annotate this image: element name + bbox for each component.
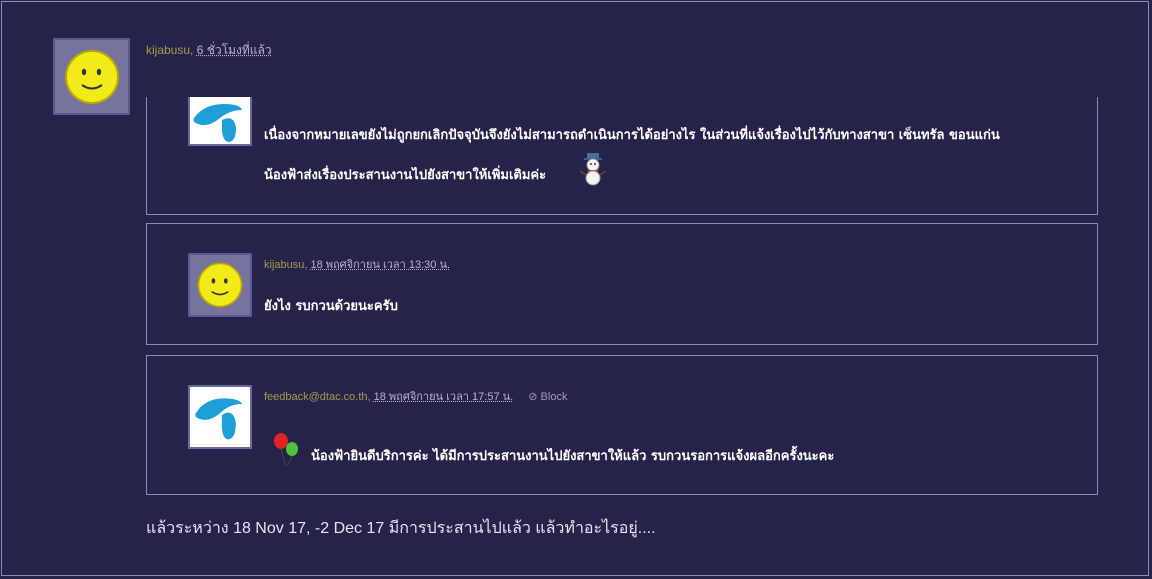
author-link[interactable]: kijabusu [146,43,190,57]
quote-meta: kijabusu, 18 พฤศจิกายน เวลา 13:30 น. [264,255,450,273]
author-link[interactable]: feedback@dtac.co.th [264,391,368,403]
quote-text-line: น้องฟ้าส่งเรื่องประสานงานไปยังสาขาให้เพิ… [264,168,547,183]
avatar[interactable] [188,385,252,449]
avatar[interactable] [188,97,252,146]
balloons-icon [274,433,298,467]
meta-separator: , [190,43,194,57]
meta-separator: , [304,259,308,271]
quote-text: น้องฟ้ายินดีบริการค่ะ ได้มีการประสานงานไ… [311,449,835,464]
quote-box [146,223,1098,345]
snowman-icon [579,153,607,186]
quote-meta: feedback@dtac.co.th, 18 พฤศจิกายน เวลา 1… [264,387,567,405]
post-meta: kijabusu, 6 ชั่วโมงที่แล้ว [146,41,272,60]
meta-separator: , [367,391,371,403]
post-body: แล้วระหว่าง 18 Nov 17, -2 Dec 17 มีการปร… [146,520,656,537]
avatar[interactable] [53,38,130,115]
timestamp-link[interactable]: 6 ชั่วโมงที่แล้ว [197,43,272,57]
timestamp-link[interactable]: 18 พฤศจิกายน เวลา 17:57 น. [374,391,514,403]
timestamp-link[interactable]: 18 พฤศจิกายน เวลา 13:30 น. [310,259,450,271]
author-link[interactable]: kijabusu [264,259,304,271]
dtac-logo-icon [195,398,243,440]
smiley-face-icon [197,262,243,308]
quote-box [146,355,1098,495]
smiley-face-icon [64,49,119,104]
dtac-logo-icon [193,103,242,142]
block-icon: ⊘ [528,391,538,403]
quote-text-line: เนื่องจากหมายเลขยังไม่ถูกยกเลิกปัจจุบันจ… [264,128,1000,143]
quote-text: ยังไง รบกวนด้วยนะครับ [264,299,398,314]
block-label: Block [540,391,568,403]
quote-box [146,97,1098,215]
avatar[interactable] [188,253,252,317]
block-button[interactable]: ⊘ Block [528,391,567,403]
